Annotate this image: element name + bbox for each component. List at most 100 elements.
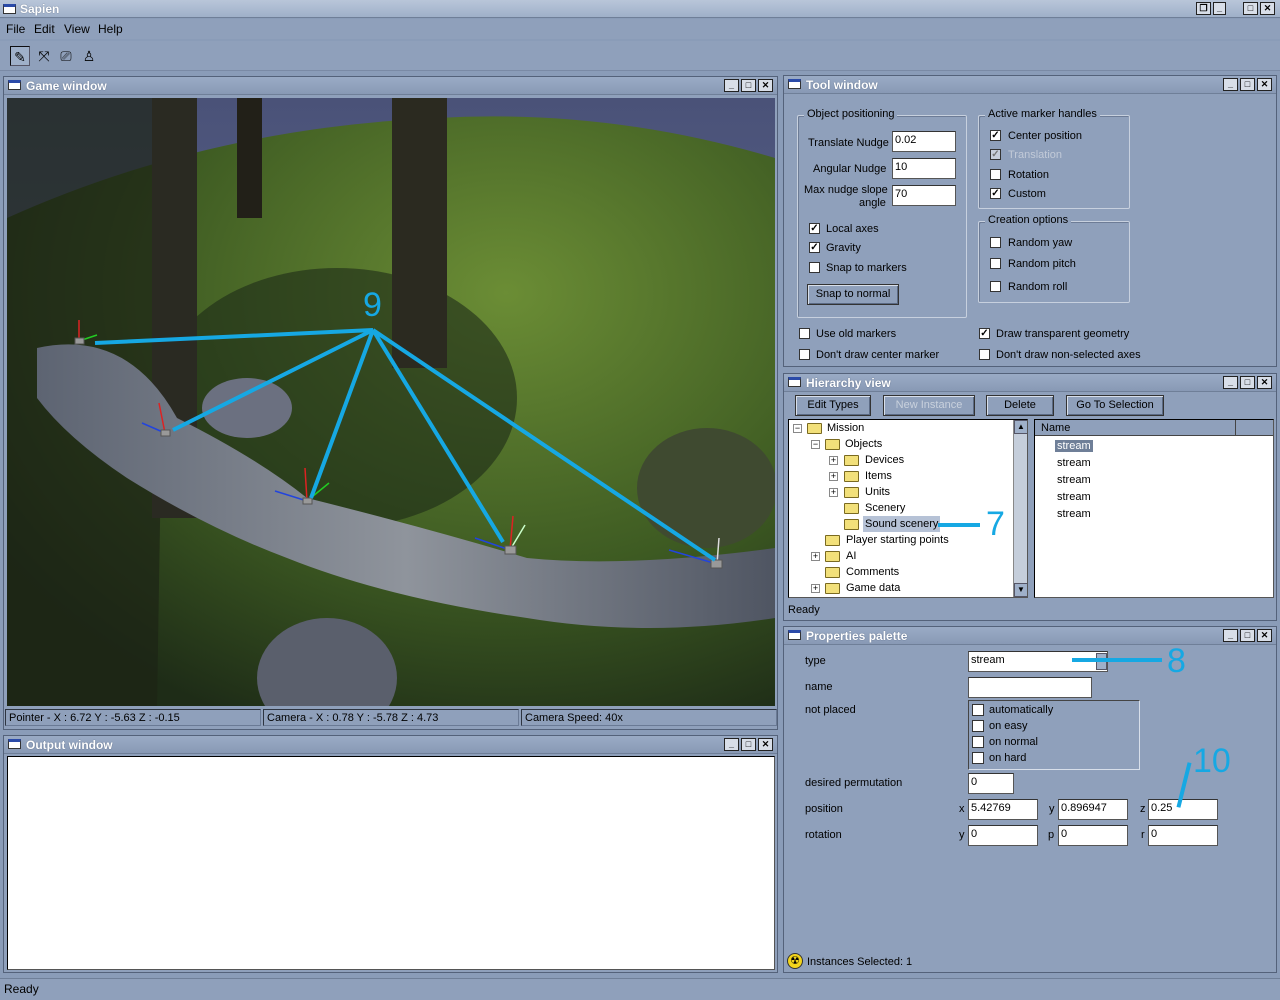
menu-view[interactable]: View xyxy=(64,22,90,36)
random-yaw-checkbox[interactable] xyxy=(990,237,1001,248)
tree-scrollbar[interactable]: ▲ ▼ xyxy=(1013,420,1027,597)
go-to-selection-button[interactable]: Go To Selection xyxy=(1066,395,1164,416)
name-input[interactable] xyxy=(968,677,1092,698)
tree-item-mission[interactable]: Mission xyxy=(827,420,864,436)
close-icon[interactable]: ✕ xyxy=(1257,78,1272,91)
tree-item-comments[interactable]: Comments xyxy=(846,564,899,580)
max-nudge-input[interactable]: 70 xyxy=(892,185,956,206)
restore-icon[interactable]: ❐ xyxy=(1196,2,1211,15)
scroll-up-icon[interactable]: ▲ xyxy=(1014,420,1027,434)
dont-draw-center-checkbox[interactable] xyxy=(799,349,810,360)
delete-button[interactable]: Delete xyxy=(986,395,1054,416)
scroll-down-icon[interactable]: ▼ xyxy=(1014,583,1027,597)
maximize-icon[interactable]: □ xyxy=(1240,78,1255,91)
list-item[interactable]: stream xyxy=(1057,474,1091,486)
list-item[interactable]: stream xyxy=(1057,457,1091,469)
position-y-input[interactable]: 0.896947 xyxy=(1058,799,1128,820)
on-hard-label[interactable]: on hard xyxy=(989,752,1026,764)
tree-item-ai[interactable]: AI xyxy=(846,548,856,564)
collapse-icon[interactable]: − xyxy=(811,440,820,449)
on-easy-label[interactable]: on easy xyxy=(989,720,1028,732)
custom-checkbox[interactable]: ✓ xyxy=(990,188,1001,199)
close-icon[interactable]: ✕ xyxy=(758,738,773,751)
tree-item-sound-scenery[interactable]: Sound scenery xyxy=(863,516,941,532)
collapse-icon[interactable]: − xyxy=(793,424,802,433)
pencil-icon[interactable]: ✎ xyxy=(10,46,30,66)
dont-draw-axes-checkbox[interactable] xyxy=(979,349,990,360)
random-yaw-label[interactable]: Random yaw xyxy=(1008,237,1072,249)
menu-file[interactable]: File xyxy=(6,22,25,36)
game-viewport[interactable]: 9 xyxy=(7,98,775,706)
automatically-checkbox[interactable] xyxy=(972,704,984,716)
position-z-input[interactable]: 0.25 xyxy=(1148,799,1218,820)
maximize-icon[interactable]: □ xyxy=(741,79,756,92)
close-icon[interactable]: ✕ xyxy=(1260,2,1275,15)
rotation-checkbox[interactable] xyxy=(990,169,1001,180)
tree-item-scenery[interactable]: Scenery xyxy=(865,500,905,516)
gravity-label[interactable]: Gravity xyxy=(826,242,861,254)
minimize-icon[interactable]: _ xyxy=(724,79,739,92)
on-hard-checkbox[interactable] xyxy=(972,752,984,764)
expand-icon[interactable]: + xyxy=(829,472,838,481)
position-x-input[interactable]: 5.42769 xyxy=(968,799,1038,820)
tree-item-items[interactable]: Items xyxy=(865,468,892,484)
close-icon[interactable]: ✕ xyxy=(1257,376,1272,389)
local-axes-checkbox[interactable]: ✓ xyxy=(809,223,820,234)
list-item[interactable]: stream xyxy=(1057,491,1091,503)
random-pitch-checkbox[interactable] xyxy=(990,258,1001,269)
snap-to-markers-label[interactable]: Snap to markers xyxy=(826,262,907,274)
camera-icon[interactable]: ⎚ xyxy=(56,46,76,66)
random-pitch-label[interactable]: Random pitch xyxy=(1008,258,1076,270)
custom-label[interactable]: Custom xyxy=(1008,188,1046,200)
on-easy-checkbox[interactable] xyxy=(972,720,984,732)
gravity-checkbox[interactable]: ✓ xyxy=(809,242,820,253)
tree-item-objects[interactable]: Objects xyxy=(845,436,882,452)
tree-item-player-start[interactable]: Player starting points xyxy=(846,532,949,548)
automatically-label[interactable]: automatically xyxy=(989,704,1053,716)
edit-types-button[interactable]: Edit Types xyxy=(795,395,871,416)
minimize-icon[interactable]: _ xyxy=(1213,2,1226,15)
expand-icon[interactable]: + xyxy=(811,552,820,561)
dont-draw-center-label[interactable]: Don't draw center marker xyxy=(816,349,939,361)
expand-icon[interactable]: + xyxy=(811,584,820,593)
menu-edit[interactable]: Edit xyxy=(34,22,55,36)
center-position-label[interactable]: Center position xyxy=(1008,130,1082,142)
expand-icon[interactable]: + xyxy=(829,456,838,465)
list-item[interactable]: stream xyxy=(1055,440,1093,452)
rotation-r-input[interactable]: 0 xyxy=(1148,825,1218,846)
center-position-checkbox[interactable]: ✓ xyxy=(990,130,1001,141)
maximize-icon[interactable]: □ xyxy=(1240,376,1255,389)
minimize-icon[interactable]: _ xyxy=(1223,78,1238,91)
minimize-icon[interactable]: _ xyxy=(724,738,739,751)
on-normal-label[interactable]: on normal xyxy=(989,736,1038,748)
angular-nudge-input[interactable]: 10 xyxy=(892,158,956,179)
tree-item-units[interactable]: Units xyxy=(865,484,890,500)
maximize-icon[interactable]: □ xyxy=(1243,2,1258,15)
draw-transparent-label[interactable]: Draw transparent geometry xyxy=(996,328,1129,340)
translate-nudge-input[interactable]: 0.02 xyxy=(892,131,956,152)
expand-icon[interactable]: + xyxy=(829,488,838,497)
list-header-name[interactable]: Name xyxy=(1041,422,1070,434)
rotation-y-input[interactable]: 0 xyxy=(968,825,1038,846)
dont-draw-axes-label[interactable]: Don't draw non-selected axes xyxy=(996,349,1141,361)
close-icon[interactable]: ✕ xyxy=(1257,629,1272,642)
use-old-markers-checkbox[interactable] xyxy=(799,328,810,339)
instance-list[interactable]: Name stream stream stream stream stream xyxy=(1034,419,1274,598)
maximize-icon[interactable]: □ xyxy=(1240,629,1255,642)
rotation-p-input[interactable]: 0 xyxy=(1058,825,1128,846)
output-text-area[interactable] xyxy=(7,756,775,970)
cross-icon[interactable]: ⤧ xyxy=(34,46,54,66)
random-roll-label[interactable]: Random roll xyxy=(1008,281,1067,293)
list-item[interactable]: stream xyxy=(1057,508,1091,520)
draw-transparent-checkbox[interactable]: ✓ xyxy=(979,328,990,339)
use-old-markers-label[interactable]: Use old markers xyxy=(816,328,896,340)
menu-help[interactable]: Help xyxy=(98,22,123,36)
close-icon[interactable]: ✕ xyxy=(758,79,773,92)
tree-item-game-data[interactable]: Game data xyxy=(846,580,900,596)
desired-permutation-input[interactable]: 0 xyxy=(968,773,1014,794)
snap-to-normal-button[interactable]: Snap to normal xyxy=(807,284,899,305)
minimize-icon[interactable]: _ xyxy=(1223,376,1238,389)
rotation-label[interactable]: Rotation xyxy=(1008,169,1049,181)
snap-to-markers-checkbox[interactable] xyxy=(809,262,820,273)
figure-icon[interactable]: ♙ xyxy=(79,46,99,66)
